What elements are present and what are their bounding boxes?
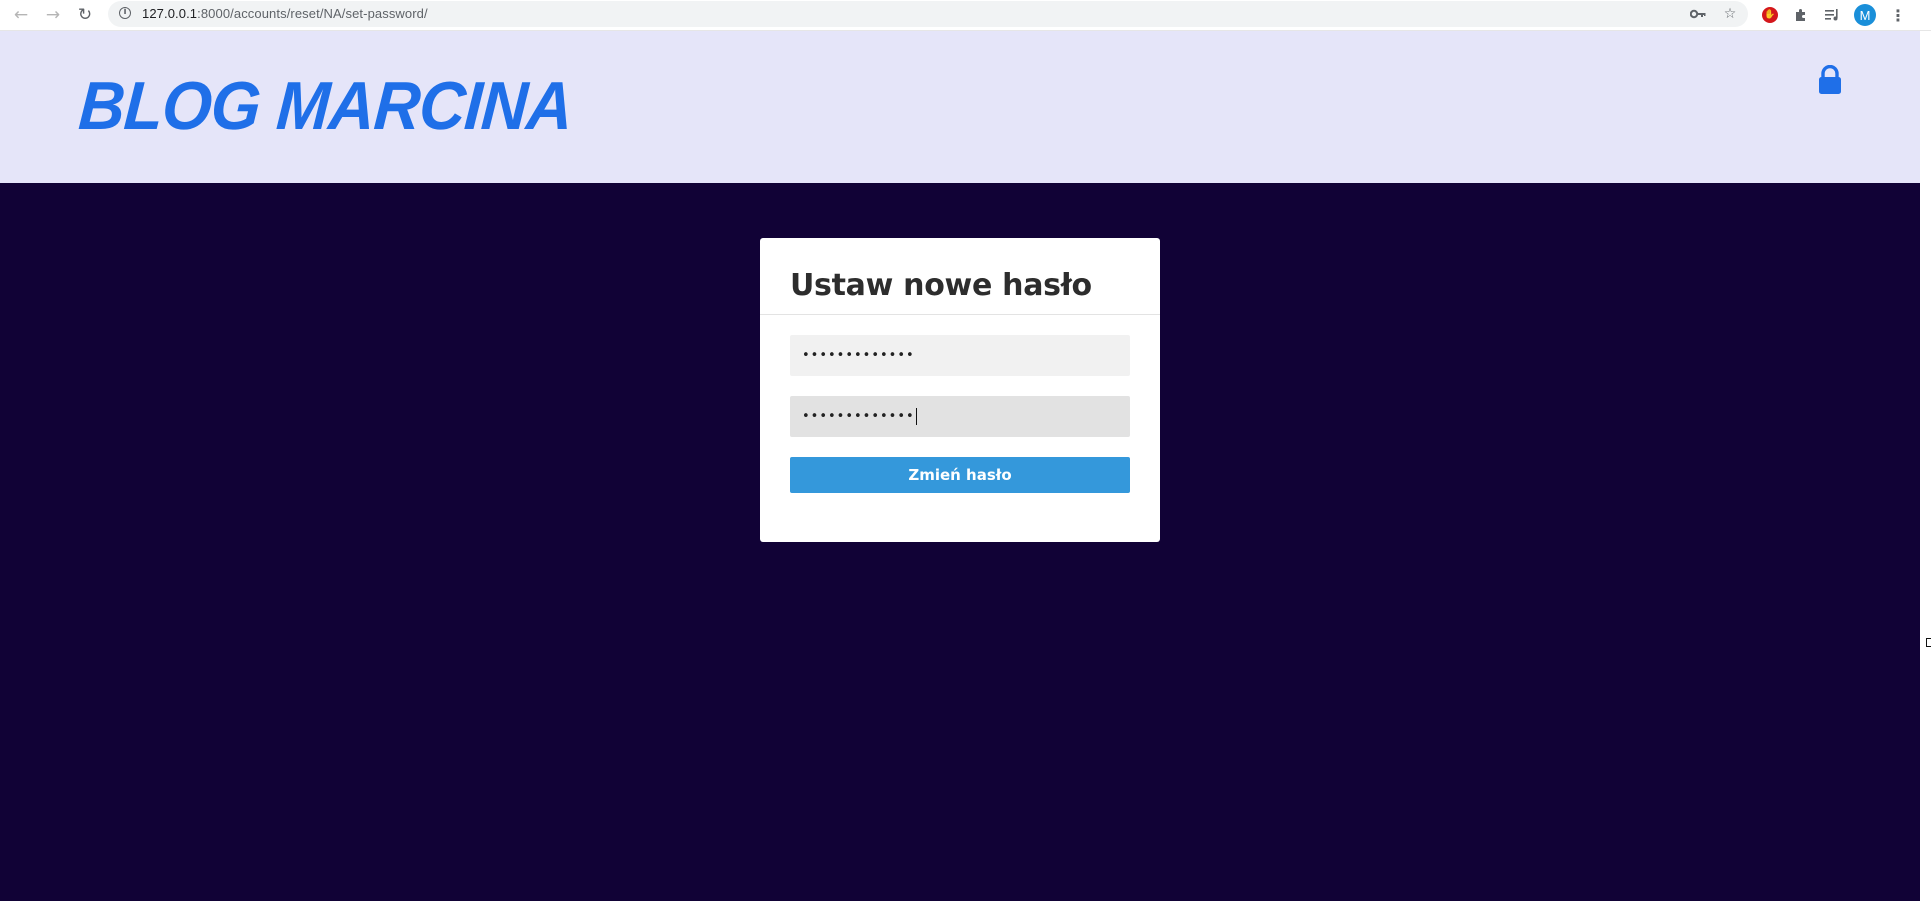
confirm-password-field[interactable]: ••••••••••••• <box>790 396 1130 437</box>
site-header: Blog Marcina <box>0 31 1920 183</box>
kebab-menu-icon[interactable]: ⋮ <box>1887 4 1909 26</box>
url-text[interactable]: 127.0.0.1:8000/accounts/reset/NA/set-pas… <box>142 6 428 21</box>
browser-toolbar: ← → ↻ i 127.0.0.1:8000/accounts/reset/NA… <box>0 0 1931 31</box>
puzzle-icon[interactable] <box>1790 4 1812 26</box>
set-password-card: Ustaw nowe hasło ••••••••••••• •••••••••… <box>760 238 1160 542</box>
media-queue-icon[interactable] <box>1821 4 1843 26</box>
reload-icon[interactable]: ↻ <box>73 3 97 27</box>
address-bar[interactable]: i 127.0.0.1:8000/accounts/reset/NA/set-p… <box>108 1 1748 27</box>
window-edge <box>1920 31 1931 901</box>
lock-icon[interactable] <box>1818 64 1842 95</box>
avatar-letter: M <box>1854 4 1876 26</box>
text-caret <box>915 408 917 425</box>
card-divider <box>760 314 1160 315</box>
key-icon[interactable] <box>1688 4 1708 24</box>
profile-avatar[interactable]: M <box>1854 4 1876 26</box>
site-logo[interactable]: Blog Marcina <box>77 68 575 144</box>
change-password-button[interactable]: Zmień hasło <box>790 457 1130 493</box>
star-icon[interactable]: ☆ <box>1720 4 1740 24</box>
new-password-value: ••••••••••••• <box>802 348 915 363</box>
new-password-field[interactable]: ••••••••••••• <box>790 335 1130 376</box>
back-arrow-icon[interactable]: ← <box>9 3 33 27</box>
stop-extension-icon[interactable]: ✋ <box>1759 4 1781 26</box>
forward-arrow-icon[interactable]: → <box>41 3 65 27</box>
confirm-password-value: ••••••••••••• <box>802 409 915 424</box>
main-content: Ustaw nowe hasło ••••••••••••• •••••••••… <box>0 183 1920 901</box>
url-path: :8000/accounts/reset/NA/set-password/ <box>197 6 428 21</box>
info-icon[interactable]: i <box>119 7 131 19</box>
resize-handle-icon[interactable] <box>1926 638 1931 647</box>
form-title: Ustaw nowe hasło <box>790 268 1092 303</box>
url-host: 127.0.0.1 <box>142 6 198 21</box>
